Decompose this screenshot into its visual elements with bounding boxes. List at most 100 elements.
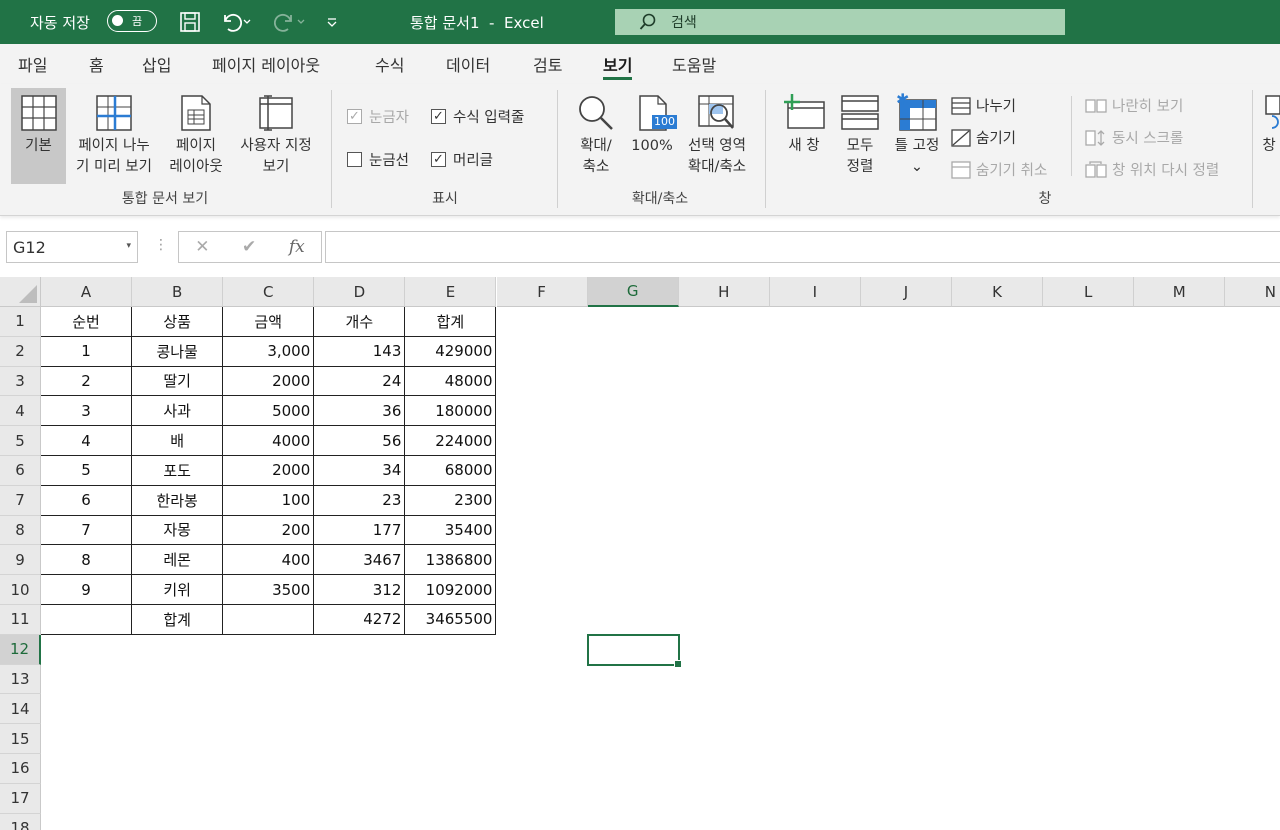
cell-a4[interactable]: 3	[41, 396, 133, 427]
column-header-h[interactable]: H	[678, 277, 770, 307]
cell-e4[interactable]: 180000	[405, 396, 497, 427]
cell-e5[interactable]: 224000	[405, 426, 497, 456]
worksheet-grid[interactable]: A B C D E F G H I J K L M N 1 2 3 4 5 6 7 8 9 10 11 12 13 14 15 16 17 1…	[0, 277, 1280, 830]
cell-b5[interactable]: 배	[132, 426, 224, 456]
split-button[interactable]: 나누기	[951, 95, 1016, 116]
cell-a3[interactable]: 2	[41, 366, 133, 397]
selected-cell[interactable]	[586, 633, 682, 668]
cell-e1[interactable]: 합계	[405, 307, 497, 337]
headings-checkbox[interactable]: ✓ 머리글	[431, 149, 493, 170]
tab-review[interactable]: 검토	[533, 44, 562, 84]
name-box[interactable]: G12 ▾	[6, 231, 138, 263]
ruler-checkbox[interactable]: ✓ 눈금자	[347, 106, 409, 127]
undo-button[interactable]	[216, 8, 256, 36]
row-header-3[interactable]: 3	[0, 366, 41, 397]
row-header-4[interactable]: 4	[0, 396, 41, 427]
column-header-e[interactable]: E	[405, 277, 497, 307]
cell-e7[interactable]: 2300	[405, 485, 497, 516]
cell-a5[interactable]: 4	[41, 426, 133, 456]
zoom-to-selection-button[interactable]: 선택 영역 확대/축소	[680, 94, 754, 178]
row-header-12[interactable]: 12	[0, 634, 41, 665]
column-header-g[interactable]: G	[587, 277, 679, 307]
cell-d9[interactable]: 3467	[314, 545, 406, 576]
tab-formulas[interactable]: 수식	[375, 44, 404, 84]
column-header-b[interactable]: B	[132, 277, 224, 307]
cell-e8[interactable]: 35400	[405, 515, 497, 546]
cell-d8[interactable]: 177	[314, 515, 406, 546]
row-header-1[interactable]: 1	[0, 307, 41, 337]
cell-e9[interactable]: 1386800	[405, 545, 497, 576]
cell-c1[interactable]: 금액	[223, 307, 315, 337]
arrange-all-button[interactable]: 모두 정렬	[836, 94, 884, 178]
gridlines-checkbox[interactable]: 눈금선	[347, 149, 409, 170]
cell-c5[interactable]: 4000	[223, 426, 315, 456]
freeze-panes-button[interactable]: ✱ 틀 고정 ⌄	[888, 92, 946, 178]
cell-b10[interactable]: 키위	[132, 575, 224, 605]
cell-e10[interactable]: 1092000	[405, 575, 497, 605]
sync-scroll-button[interactable]: 동시 스크롤	[1085, 127, 1183, 148]
row-header-13[interactable]: 13	[0, 664, 41, 695]
cell-e6[interactable]: 68000	[405, 456, 497, 486]
cell-c7[interactable]: 100	[223, 485, 315, 516]
cell-d7[interactable]: 23	[314, 485, 406, 516]
cell-d4[interactable]: 36	[314, 396, 406, 427]
cell-b3[interactable]: 딸기	[132, 366, 224, 397]
autosave-toggle[interactable]: 끔	[107, 10, 157, 32]
column-header-i[interactable]: I	[769, 277, 861, 307]
unhide-button[interactable]: 숨기기 취소	[951, 159, 1047, 180]
cell-a8[interactable]: 7	[41, 515, 133, 546]
reset-window-position-button[interactable]: 창 위치 다시 정렬	[1085, 159, 1219, 180]
cell-b9[interactable]: 레몬	[132, 545, 224, 576]
tab-home[interactable]: 홈	[89, 44, 104, 84]
column-header-j[interactable]: J	[860, 277, 952, 307]
row-header-16[interactable]: 16	[0, 754, 41, 784]
search-box[interactable]: 검색	[615, 9, 1065, 35]
row-header-15[interactable]: 15	[0, 724, 41, 754]
row-header-18[interactable]: 18	[0, 813, 41, 830]
tab-insert[interactable]: 삽입	[142, 44, 171, 84]
cell-a9[interactable]: 8	[41, 545, 133, 576]
cell-b6[interactable]: 포도	[132, 456, 224, 486]
cell-c10[interactable]: 3500	[223, 575, 315, 605]
tab-view[interactable]: 보기	[603, 44, 633, 84]
tab-help[interactable]: 도움말	[672, 44, 716, 84]
cell-d10[interactable]: 312	[314, 575, 406, 605]
view-side-by-side-button[interactable]: 나란히 보기	[1085, 95, 1183, 116]
enter-icon[interactable]: ✔	[242, 237, 256, 257]
cell-b7[interactable]: 한라봉	[132, 485, 224, 516]
select-all-button[interactable]	[0, 277, 41, 307]
cell-c8[interactable]: 200	[223, 515, 315, 546]
cell-c9[interactable]: 400	[223, 545, 315, 576]
cell-b1[interactable]: 상품	[132, 307, 224, 337]
new-window-button[interactable]: 새 창	[779, 94, 829, 157]
cell-d1[interactable]: 개수	[314, 307, 406, 337]
cell-c11[interactable]	[223, 605, 315, 635]
cell-c6[interactable]: 2000	[223, 456, 315, 486]
formula-bar-checkbox[interactable]: ✓ 수식 입력줄	[431, 106, 524, 127]
cell-d5[interactable]: 56	[314, 426, 406, 456]
column-header-m[interactable]: M	[1134, 277, 1226, 307]
row-header-17[interactable]: 17	[0, 783, 41, 814]
cell-a1[interactable]: 순번	[41, 307, 133, 337]
cancel-icon[interactable]: ✕	[195, 237, 209, 257]
row-header-7[interactable]: 7	[0, 485, 41, 516]
page-layout-view-button[interactable]: 페이지 레이아웃	[163, 94, 229, 178]
custom-views-button[interactable]: 사용자 지정 보기	[232, 94, 320, 178]
row-header-5[interactable]: 5	[0, 426, 41, 456]
tab-file[interactable]: 파일	[18, 44, 47, 84]
row-header-9[interactable]: 9	[0, 545, 41, 576]
redo-button[interactable]	[270, 8, 310, 36]
cell-b2[interactable]: 콩나물	[132, 336, 224, 367]
row-header-2[interactable]: 2	[0, 336, 41, 367]
cell-c2[interactable]: 3,000	[223, 336, 315, 367]
row-header-8[interactable]: 8	[0, 515, 41, 546]
zoom-button[interactable]: 확대/ 축소	[570, 94, 622, 178]
formula-input[interactable]	[325, 231, 1280, 263]
cell-a10[interactable]: 9	[41, 575, 133, 605]
cell-a6[interactable]: 5	[41, 456, 133, 486]
column-header-k[interactable]: K	[952, 277, 1044, 307]
cell-a2[interactable]: 1	[41, 336, 133, 367]
save-button[interactable]	[176, 8, 204, 36]
row-header-11[interactable]: 11	[0, 605, 41, 635]
switch-windows-button[interactable]: 창	[1258, 94, 1280, 157]
